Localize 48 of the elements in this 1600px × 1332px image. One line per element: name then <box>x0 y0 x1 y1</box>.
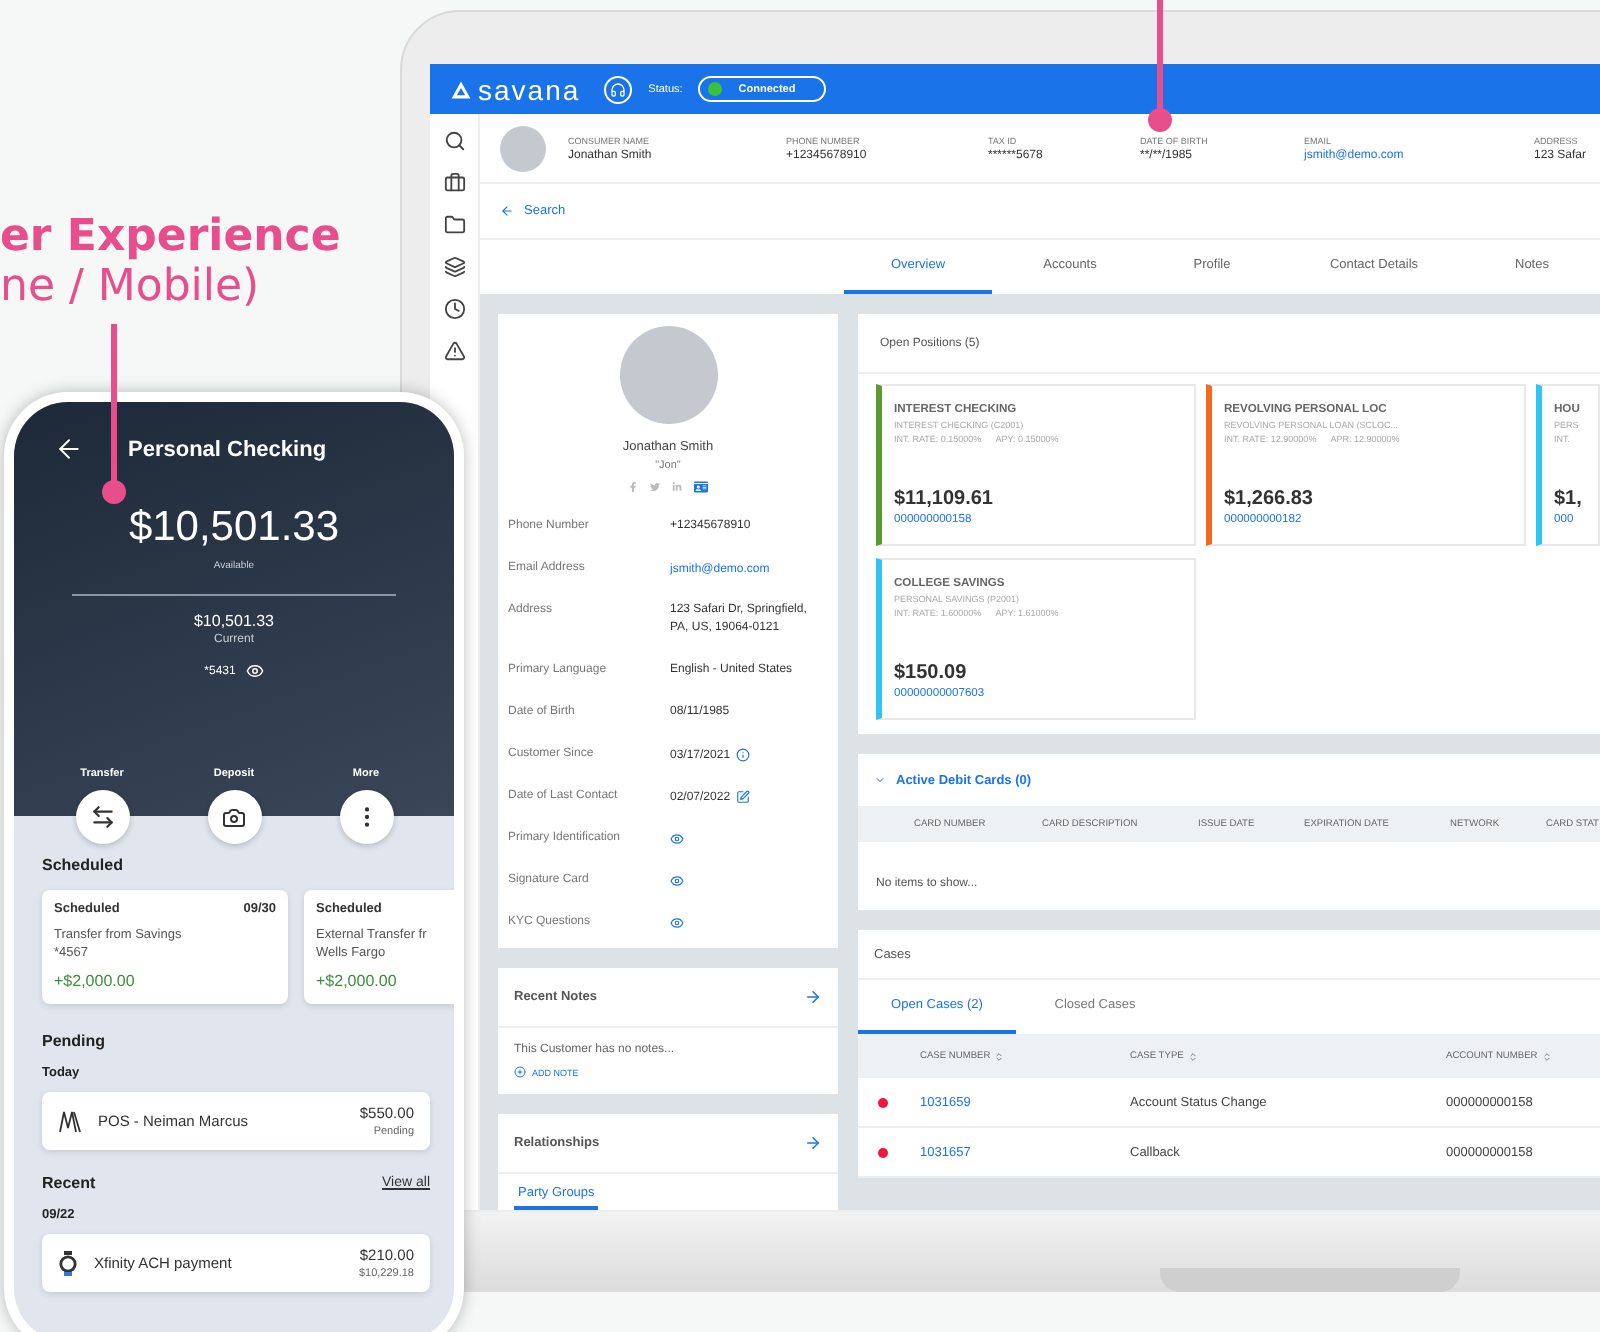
back-arrow-icon <box>500 204 514 218</box>
merchant-logo-icon <box>58 1109 82 1133</box>
eye-icon[interactable] <box>245 662 264 680</box>
available-balance: $10,501.33 <box>128 504 340 552</box>
action-button[interactable] <box>75 790 129 844</box>
account-balance: $11,109.61 <box>894 488 995 510</box>
merchant-logo-icon <box>58 1250 78 1276</box>
leader-line <box>1148 0 1172 132</box>
avatar-placeholder <box>500 125 546 171</box>
camera-icon <box>222 805 246 829</box>
screen-title: Personal Checking <box>128 437 327 461</box>
layers-icon[interactable] <box>443 256 465 278</box>
arrow-right-icon[interactable] <box>804 1134 822 1152</box>
account-balance: $1,266.83 <box>1224 488 1315 510</box>
folder-icon[interactable] <box>443 214 465 236</box>
account-balance: $150.09 <box>894 662 969 684</box>
clock-icon[interactable] <box>443 298 465 320</box>
sort-icon <box>1541 1051 1552 1061</box>
warning-icon[interactable] <box>443 340 465 362</box>
current-balance: $10,501.33 <box>193 612 275 630</box>
sort-icon <box>994 1051 1005 1061</box>
action-button[interactable] <box>207 790 261 844</box>
transfer-icon <box>89 804 115 830</box>
section-heading: Pending <box>42 1032 108 1050</box>
section-heading: Scheduled <box>42 856 125 874</box>
brand-name: savana <box>478 73 581 105</box>
callout-subheading: ne / Mobile) <box>0 262 262 312</box>
account-balance: $1, <box>1554 488 1584 510</box>
info-icon <box>736 748 751 762</box>
edit-icon[interactable] <box>736 790 751 804</box>
action-button[interactable] <box>339 790 393 844</box>
logo-icon <box>450 79 472 99</box>
briefcase-icon[interactable] <box>443 172 465 194</box>
view-icon[interactable] <box>670 874 684 888</box>
view-icon[interactable] <box>670 832 684 846</box>
photo-placeholder <box>619 326 717 424</box>
scheduled-amount: +$2,000.00 <box>54 972 137 990</box>
status-dot <box>708 82 723 96</box>
sort-icon <box>1187 1051 1198 1061</box>
scheduled-amount: +$2,000.00 <box>316 972 399 990</box>
search-icon[interactable] <box>443 130 465 152</box>
section-heading: Recent <box>42 1174 96 1192</box>
headset-icon[interactable] <box>604 75 633 103</box>
view-icon[interactable] <box>670 916 684 930</box>
callout-heading: er Experience <box>0 212 341 262</box>
add-icon <box>514 1066 526 1078</box>
id-card-icon[interactable] <box>694 480 708 494</box>
arrow-right-icon[interactable] <box>804 988 822 1006</box>
